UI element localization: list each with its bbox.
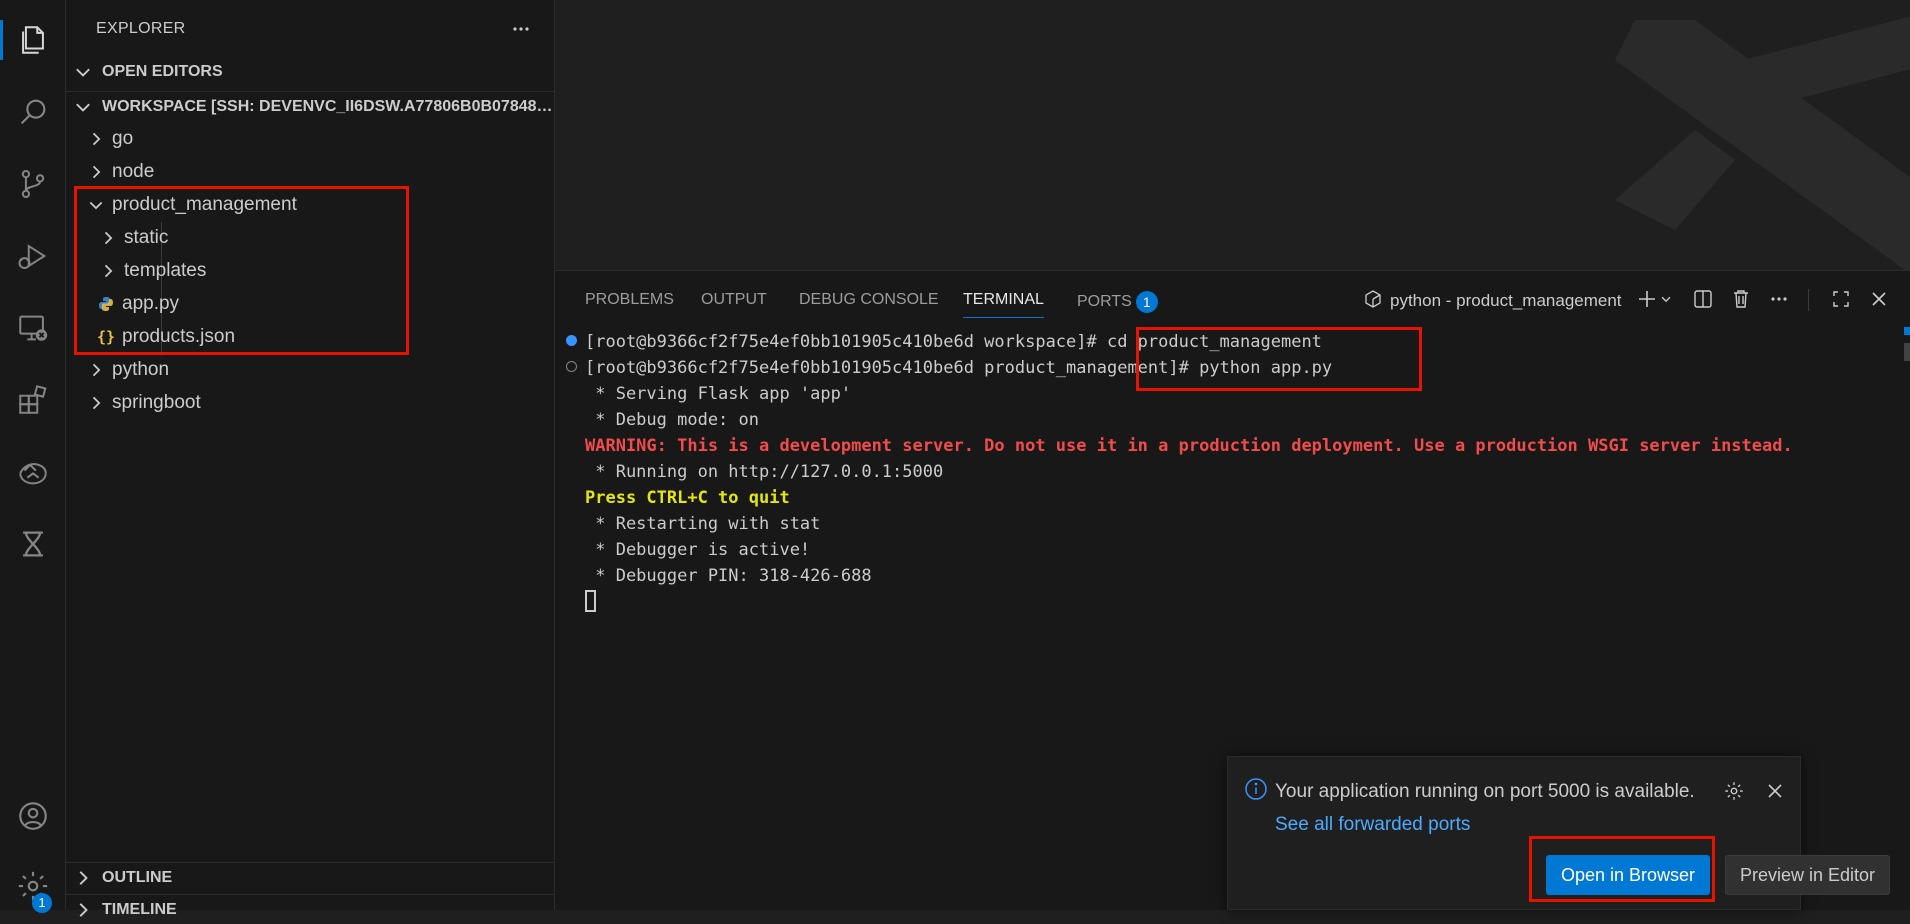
tree-item-label: springboot: [112, 392, 201, 413]
chevron-right-icon: [92, 132, 101, 146]
terminal-line: * Running on http://127.0.0.1:5000: [585, 462, 944, 482]
explorer-title: EXPLORER: [96, 20, 186, 37]
ports-badge: 1: [1135, 291, 1158, 313]
tab-output[interactable]: OUTPUT: [701, 291, 767, 309]
settings-badge: 1: [32, 893, 52, 913]
run-debug-icon[interactable]: [0, 232, 66, 280]
tree-item-label: product_management: [112, 194, 297, 215]
tree-item-go[interactable]: go: [66, 123, 574, 155]
open-editors-label: OPEN EDITORS: [102, 63, 223, 80]
tree-item-product-management[interactable]: product_management: [66, 189, 574, 221]
scrollbar-marker: [1904, 327, 1910, 335]
notification-text: Your application running on port 5000 is…: [1275, 781, 1695, 802]
gear-icon[interactable]: [1720, 777, 1748, 805]
info-icon: [1245, 778, 1267, 800]
chevron-down-icon: [89, 201, 103, 210]
vscode-logo-watermark: [1615, 16, 1910, 270]
terminal-line: * Restarting with stat: [585, 514, 821, 534]
search-icon[interactable]: [0, 88, 66, 136]
terminal-line: * Serving Flask app 'app': [585, 384, 852, 404]
see-forwarded-ports-link[interactable]: See all forwarded ports: [1275, 814, 1470, 835]
chevron-down-icon: [76, 68, 90, 77]
tab-terminal[interactable]: TERMINAL: [963, 291, 1044, 318]
more-actions-icon[interactable]: [1763, 283, 1795, 315]
split-terminal-icon[interactable]: [1687, 283, 1719, 315]
tree-item-label: products.json: [122, 326, 236, 347]
scrollbar-thumb[interactable]: [1904, 343, 1910, 361]
open-in-browser-button[interactable]: Open in Browser: [1546, 855, 1710, 895]
chevron-right-icon: [104, 264, 113, 278]
tree-item-python[interactable]: python: [66, 354, 574, 386]
tree-item-label: go: [112, 128, 134, 149]
workspace-section[interactable]: WORKSPACE [SSH: DEVENVC_II6DSW.A77806B0B…: [66, 91, 554, 121]
extensions-icon[interactable]: [0, 376, 66, 424]
tree-item-label: node: [112, 161, 155, 182]
chevron-right-icon: [79, 870, 88, 885]
tree-item-label: templates: [124, 260, 207, 281]
toolbar-divider: [1808, 289, 1809, 311]
explorer-sidebar: EXPLORER OPEN EDITORS WORKSPACE [SSH: DE…: [66, 0, 555, 918]
command-running-dot[interactable]: [566, 361, 577, 372]
tree-item-node[interactable]: node: [66, 156, 574, 188]
chevron-right-icon: [92, 363, 101, 377]
open-editors-section[interactable]: OPEN EDITORS: [66, 57, 554, 87]
files-icon[interactable]: [0, 16, 66, 64]
tree-item-springboot[interactable]: springboot: [66, 387, 574, 419]
outline-section[interactable]: OUTLINE: [66, 862, 554, 892]
remote-explorer-icon[interactable]: [0, 304, 66, 352]
tab-problems[interactable]: PROBLEMS: [585, 291, 674, 309]
chevron-down-icon: [76, 103, 90, 112]
tab-debug-console[interactable]: DEBUG CONSOLE: [799, 291, 939, 309]
terminal-shell-icon: [1357, 283, 1389, 315]
tree-item-templates[interactable]: templates: [66, 255, 586, 287]
command-success-dot[interactable]: [566, 335, 577, 346]
tab-ports-label: PORTS: [1077, 293, 1132, 311]
account-icon[interactable]: [0, 792, 66, 840]
notification-message: Your application running on port 5000 is…: [1275, 775, 1715, 841]
source-control-icon[interactable]: [0, 160, 66, 208]
terminal-name[interactable]: python - product_management: [1390, 291, 1622, 311]
outline-label: OUTLINE: [102, 868, 173, 886]
terminal-line: Press CTRL+C to quit: [585, 488, 790, 508]
terminal-line: [root@b9366cf2f75e4ef0bb101905c410be6d p…: [585, 358, 1333, 378]
terminal-line: * Debugger is active!: [585, 540, 811, 560]
port-forward-notification: Your application running on port 5000 is…: [1227, 756, 1890, 910]
chevron-right-icon: [92, 165, 101, 179]
terminal-line: * Debug mode: on: [585, 410, 759, 430]
terminal-line: * Debugger PIN: 318-426-688: [585, 566, 872, 586]
chevron-down-icon[interactable]: [1655, 283, 1677, 315]
python-file-icon: [96, 294, 116, 314]
editor-area: [555, 0, 1910, 270]
tree-item-label: app.py: [122, 293, 180, 314]
tree-item-products-json[interactable]: {} products.json: [66, 321, 584, 353]
more-actions-icon[interactable]: [506, 14, 536, 44]
terminal-warning-line: WARNING: This is a development server. D…: [585, 436, 1793, 456]
maximize-panel-icon[interactable]: [1825, 283, 1857, 315]
terminal-line: [root@b9366cf2f75e4ef0bb101905c410be6d w…: [585, 332, 1322, 352]
tree-item-label: static: [124, 227, 169, 248]
testing-icon[interactable]: [0, 520, 66, 568]
close-panel-icon[interactable]: [1863, 283, 1895, 315]
tab-ports[interactable]: PORTS 1: [1077, 291, 1158, 313]
tree-item-app-py[interactable]: app.py: [66, 288, 584, 320]
tree-item-static[interactable]: static: [66, 222, 586, 254]
kill-terminal-icon[interactable]: [1725, 283, 1757, 315]
activity-bar: 1: [0, 0, 66, 913]
preview-in-editor-button[interactable]: Preview in Editor: [1725, 855, 1890, 895]
chevron-right-icon: [104, 231, 113, 245]
close-icon[interactable]: [1761, 777, 1789, 805]
terminal-cursor: [585, 590, 596, 612]
docker-icon[interactable]: [0, 448, 66, 496]
chevron-right-icon: [92, 396, 101, 410]
json-file-icon: {}: [96, 328, 116, 346]
tree-item-label: python: [112, 359, 170, 380]
timeline-section[interactable]: TIMELINE: [66, 894, 554, 924]
workspace-label: WORKSPACE [SSH: DEVENVC_II6DSW.A77806B0B…: [102, 97, 554, 115]
